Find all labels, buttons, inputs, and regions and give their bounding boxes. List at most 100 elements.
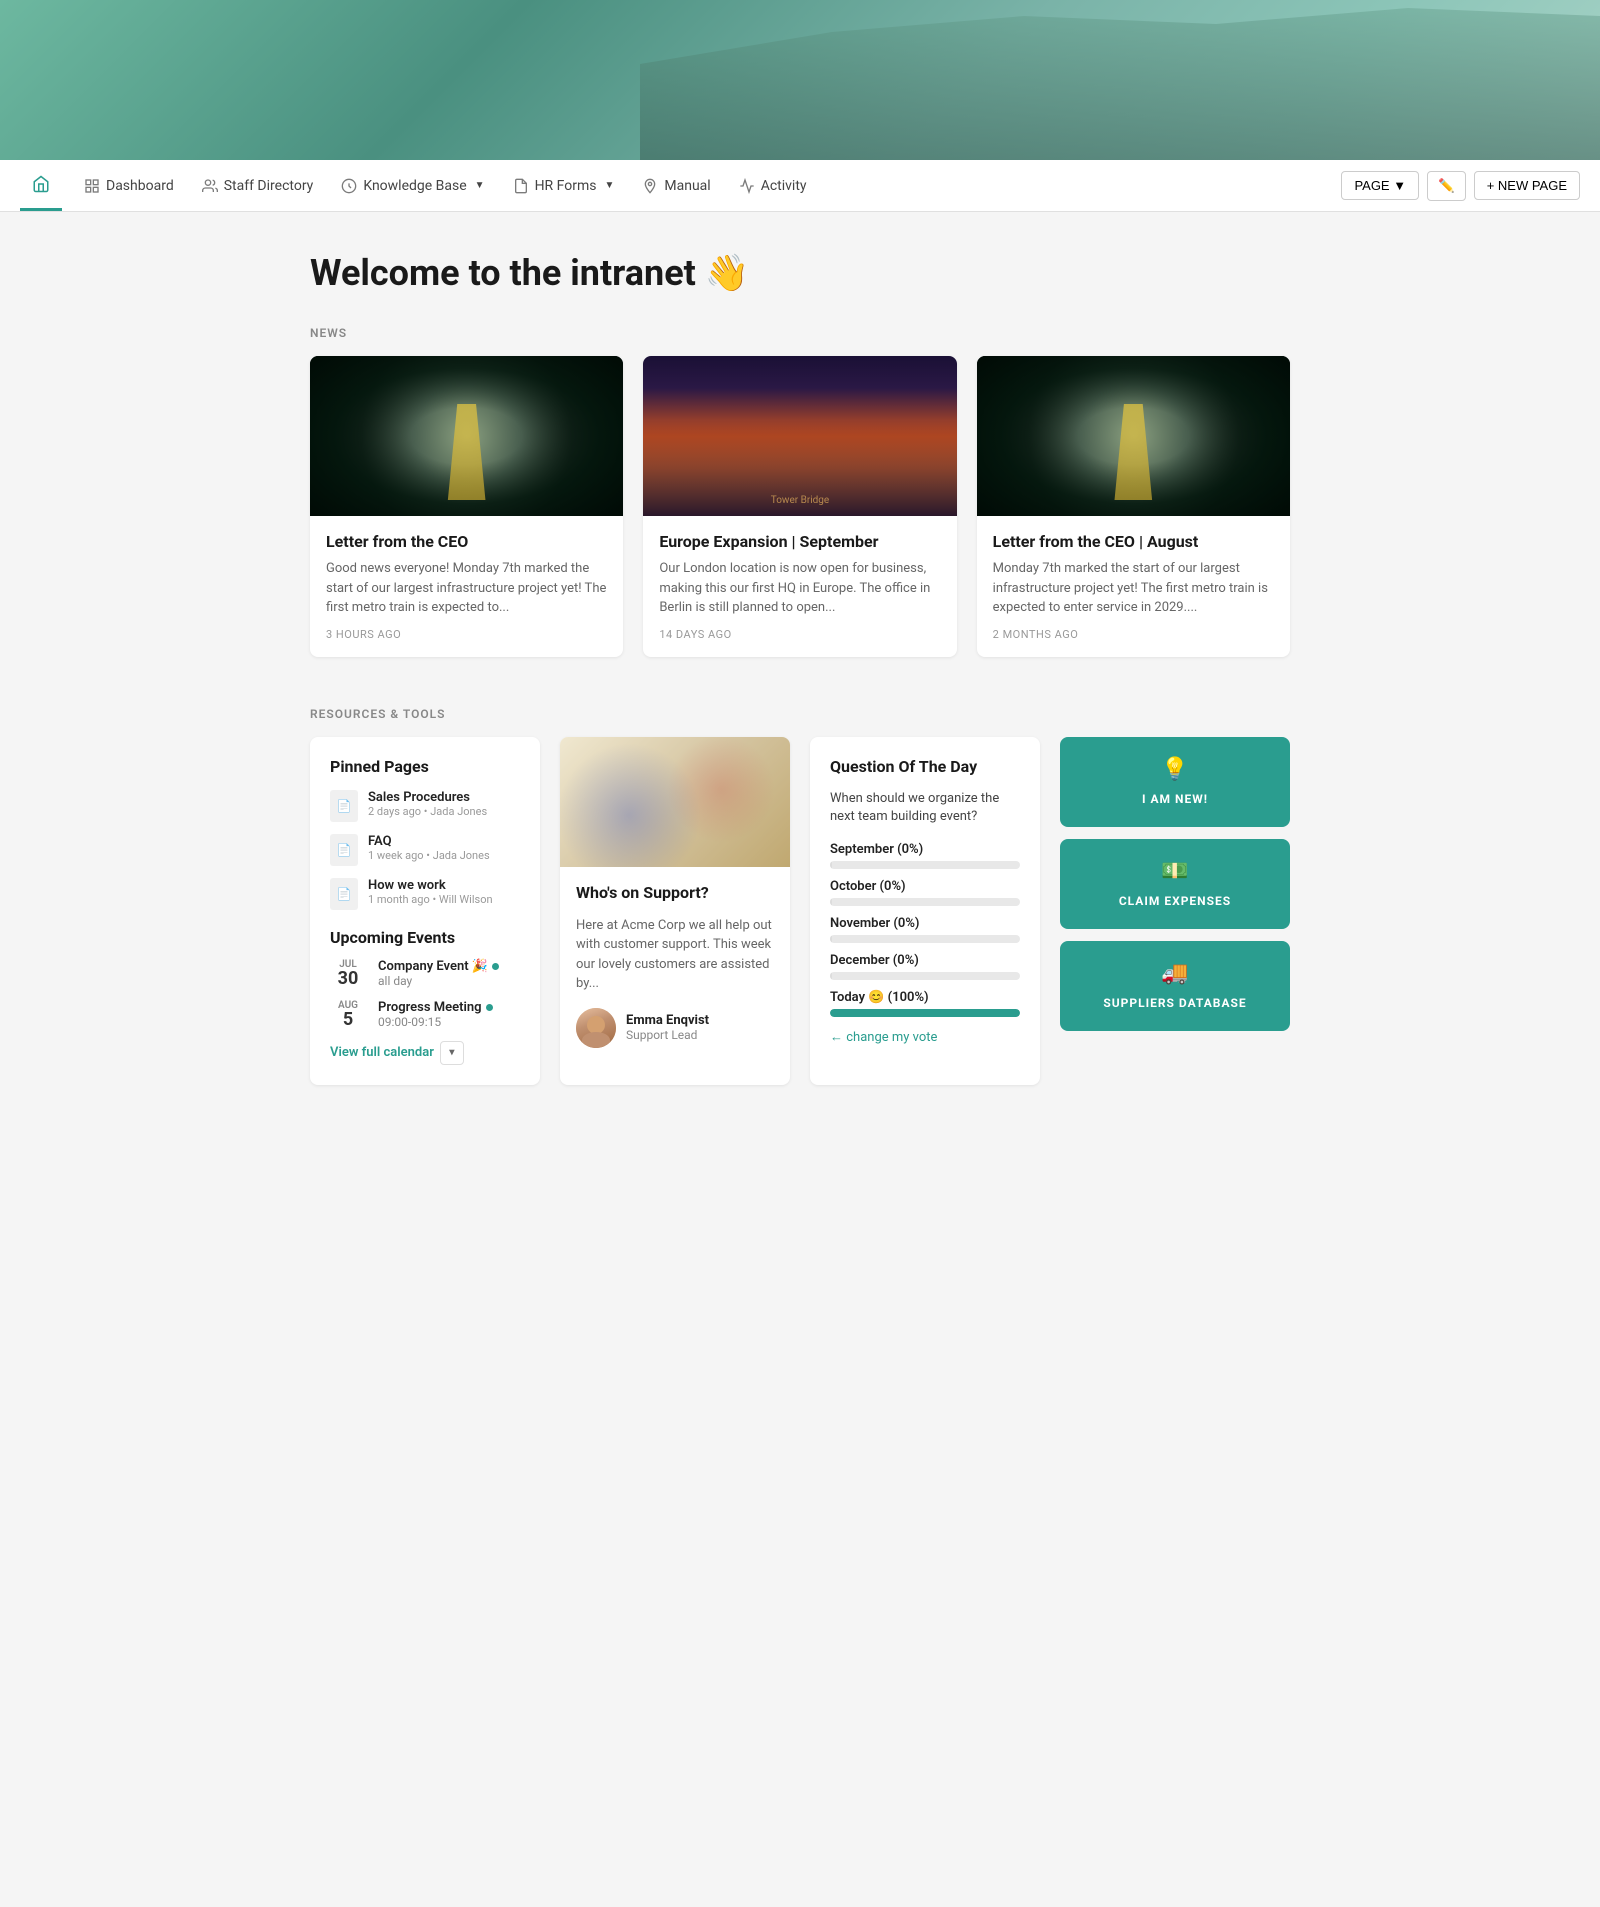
nav-home-button[interactable] <box>20 160 62 211</box>
edit-button[interactable]: ✏️ <box>1427 171 1466 201</box>
hero-banner <box>0 0 1600 160</box>
event-info-2: Progress Meeting 09:00-09:15 <box>378 1000 493 1029</box>
hr-forms-chevron: ▼ <box>604 180 614 191</box>
pinned-info-3: How we work 1 month ago • Will Wilson <box>368 878 493 906</box>
nav-item-dashboard[interactable]: Dashboard <box>70 160 188 212</box>
nav-label-staff-directory: Staff Directory <box>224 178 314 194</box>
event-date-box-1: JUL 30 <box>330 959 366 988</box>
resources-section-label: RESOURCES & TOOLS <box>310 707 1290 721</box>
news-card-text-2: Our London location is now open for busi… <box>659 559 940 618</box>
quick-action-expenses[interactable]: 💵 CLAIM EXPENSES <box>1060 839 1290 929</box>
support-person: Emma Enqvist Support Lead <box>576 1008 774 1048</box>
nav-item-manual[interactable]: Manual <box>628 160 724 212</box>
poll-option-november[interactable]: November (0%) <box>830 916 1020 943</box>
event-time-2: 09:00-09:15 <box>378 1015 493 1029</box>
news-card-ceo-august[interactable]: Letter from the CEO | August Monday 7th … <box>977 356 1290 657</box>
new-page-label: + NEW PAGE <box>1487 178 1567 193</box>
pinned-pages-card: Pinned Pages 📄 Sales Procedures 2 days a… <box>310 737 540 1085</box>
news-card-image-tunnel-1 <box>310 356 623 516</box>
news-card-title-1: Letter from the CEO <box>326 532 607 551</box>
event-date-box-2: AUG 5 <box>330 1000 366 1029</box>
poll-track-november <box>830 935 1020 943</box>
new-label: I AM NEW! <box>1142 792 1208 806</box>
view-full-calendar-link[interactable]: View full calendar ▾ <box>330 1041 520 1065</box>
pinned-pages-title: Pinned Pages <box>330 757 520 776</box>
pinned-doc-icon-3: 📄 <box>330 878 358 910</box>
poll-option-december[interactable]: December (0%) <box>830 953 1020 980</box>
main-content: Welcome to the intranet 👋 NEWS Letter fr… <box>290 212 1310 1125</box>
quick-action-suppliers[interactable]: 🚚 SUPPLIERS DATABASE <box>1060 941 1290 1031</box>
pinned-name-3: How we work <box>368 878 493 893</box>
poll-option-today[interactable]: Today 😊 (100%) <box>830 990 1020 1017</box>
news-card-body-1: Letter from the CEO Good news everyone! … <box>310 516 623 657</box>
book-icon <box>341 178 357 194</box>
page-menu-button[interactable]: PAGE ▼ <box>1341 171 1419 200</box>
pinned-info-1: Sales Procedures 2 days ago • Jada Jones <box>368 790 487 818</box>
news-card-europe-expansion[interactable]: Europe Expansion | September Our London … <box>643 356 956 657</box>
poll-label-today: Today 😊 (100%) <box>830 990 1020 1005</box>
nav-item-hr-forms[interactable]: HR Forms ▼ <box>499 160 629 212</box>
poll-label-september: September (0%) <box>830 842 1020 857</box>
main-navigation: Dashboard Staff Directory Knowledge Base… <box>0 160 1600 212</box>
nav-item-activity[interactable]: Activity <box>725 160 821 212</box>
expenses-label: CLAIM EXPENSES <box>1119 894 1231 908</box>
nav-actions: PAGE ▼ ✏️ + NEW PAGE <box>1341 171 1580 201</box>
poll-track-september <box>830 861 1020 869</box>
poll-option-october[interactable]: October (0%) <box>830 879 1020 906</box>
pinned-doc-icon-1: 📄 <box>330 790 358 822</box>
support-person-name: Emma Enqvist <box>626 1013 709 1028</box>
news-card-time-2: 14 DAYS AGO <box>659 628 940 641</box>
event-name-1: Company Event 🎉 <box>378 959 499 974</box>
pinned-info-2: FAQ 1 week ago • Jada Jones <box>368 834 490 862</box>
support-text: Here at Acme Corp we all help out with c… <box>576 916 774 994</box>
pinned-meta-1: 2 days ago • Jada Jones <box>368 805 487 818</box>
knowledge-base-chevron: ▼ <box>475 180 485 191</box>
nav-label-manual: Manual <box>664 178 710 194</box>
nav-label-hr-forms: HR Forms <box>535 178 597 194</box>
nav-item-knowledge-base[interactable]: Knowledge Base ▼ <box>327 160 498 212</box>
calendar-expand-icon[interactable]: ▾ <box>440 1041 464 1065</box>
pinned-meta-3: 1 month ago • Will Wilson <box>368 893 493 906</box>
expenses-icon: 💵 <box>1161 859 1188 884</box>
resources-grid: Pinned Pages 📄 Sales Procedures 2 days a… <box>310 737 1290 1085</box>
event-item-company: JUL 30 Company Event 🎉 all day <box>330 959 520 988</box>
hero-bridge-decoration <box>640 0 1600 160</box>
news-card-ceo-letter[interactable]: Letter from the CEO Good news everyone! … <box>310 356 623 657</box>
change-vote-label: ← change my vote <box>830 1029 937 1045</box>
nav-label-knowledge-base: Knowledge Base <box>363 178 466 194</box>
news-section-label: NEWS <box>310 326 1290 340</box>
poll-fill-november <box>830 935 832 943</box>
poll-label-november: November (0%) <box>830 916 1020 931</box>
support-person-info: Emma Enqvist Support Lead <box>626 1013 709 1042</box>
suppliers-label: SUPPLIERS DATABASE <box>1103 996 1246 1010</box>
poll-fill-today <box>830 1009 1020 1017</box>
pinned-item-faq[interactable]: 📄 FAQ 1 week ago • Jada Jones <box>330 834 520 866</box>
news-card-title-2: Europe Expansion | September <box>659 532 940 551</box>
upcoming-events-title: Upcoming Events <box>330 928 520 947</box>
pinned-item-how-we-work[interactable]: 📄 How we work 1 month ago • Will Wilson <box>330 878 520 910</box>
event-item-progress: AUG 5 Progress Meeting 09:00-09:15 <box>330 1000 520 1029</box>
support-title: Who's on Support? <box>576 883 774 902</box>
poll-option-september[interactable]: September (0%) <box>830 842 1020 869</box>
news-card-image-tunnel-2 <box>977 356 1290 516</box>
change-vote-link[interactable]: ← change my vote <box>830 1029 1020 1045</box>
poll-fill-october <box>830 898 832 906</box>
nav-item-staff-directory[interactable]: Staff Directory <box>188 160 328 212</box>
page-button-label: PAGE ▼ <box>1354 178 1406 193</box>
nav-label-dashboard: Dashboard <box>106 178 174 194</box>
poll-fill-september <box>830 861 832 869</box>
new-page-button[interactable]: + NEW PAGE <box>1474 171 1580 200</box>
news-card-body-2: Europe Expansion | September Our London … <box>643 516 956 657</box>
question-text: When should we organize the next team bu… <box>830 790 1020 826</box>
new-icon: 💡 <box>1161 757 1188 782</box>
event-time-1: all day <box>378 974 499 988</box>
activity-icon <box>739 178 755 194</box>
home-icon <box>32 175 50 193</box>
news-card-image-london <box>643 356 956 516</box>
poll-label-december: December (0%) <box>830 953 1020 968</box>
support-image <box>560 737 790 867</box>
event-day-1: 30 <box>338 970 359 988</box>
dashboard-icon <box>84 178 100 194</box>
quick-action-new[interactable]: 💡 I AM NEW! <box>1060 737 1290 827</box>
pinned-item-sales[interactable]: 📄 Sales Procedures 2 days ago • Jada Jon… <box>330 790 520 822</box>
